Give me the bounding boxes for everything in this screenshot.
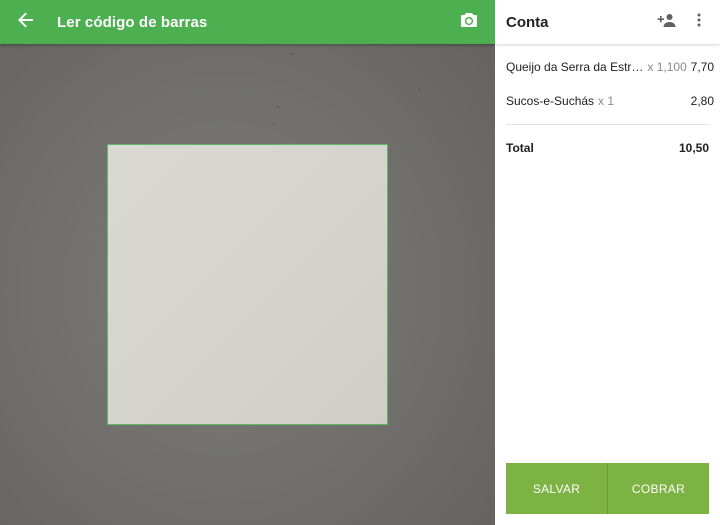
barcode-scanner-view: Ler código de barras bbox=[0, 0, 495, 525]
back-button[interactable] bbox=[0, 0, 52, 44]
item-quantity: x 1,100 bbox=[647, 60, 687, 74]
arrow-back-icon bbox=[18, 12, 34, 33]
bill-title: Conta bbox=[506, 13, 549, 31]
bill-panel: Conta Queijo da Serra da Estr… x 1,100 7… bbox=[495, 0, 720, 525]
bill-item[interactable]: Queijo da Serra da Estr… x 1,100 7,70 bbox=[506, 57, 714, 77]
more-vert-icon bbox=[697, 13, 701, 32]
total-divider bbox=[506, 124, 709, 125]
scan-target-frame bbox=[107, 144, 388, 425]
bill-actions: SALVAR COBRAR bbox=[506, 463, 709, 514]
more-options-button[interactable] bbox=[691, 10, 707, 34]
switch-camera-button[interactable] bbox=[457, 10, 481, 34]
save-button[interactable]: SALVAR bbox=[506, 463, 608, 514]
camera-noise bbox=[418, 89, 420, 91]
total-label: Total bbox=[506, 141, 534, 155]
camera-noise bbox=[291, 53, 293, 55]
total-value: 10,50 bbox=[678, 141, 709, 155]
page-title: Ler código de barras bbox=[57, 13, 208, 31]
item-name: Queijo da Serra da Estr… bbox=[506, 60, 644, 74]
item-price: 2,80 bbox=[690, 94, 714, 108]
scanner-toolbar: Ler código de barras bbox=[0, 0, 495, 44]
item-price: 7,70 bbox=[690, 60, 714, 74]
item-quantity: x 1 bbox=[598, 94, 615, 108]
add-person-icon bbox=[657, 13, 677, 32]
bill-toolbar: Conta bbox=[495, 0, 720, 44]
camera-noise bbox=[277, 106, 279, 108]
add-customer-button[interactable] bbox=[655, 10, 679, 34]
bill-item[interactable]: Sucos-e-Suchás x 1 2,80 bbox=[506, 91, 714, 111]
item-name: Sucos-e-Suchás bbox=[506, 94, 595, 108]
total-row: Total 10,50 bbox=[506, 138, 709, 158]
charge-button[interactable]: COBRAR bbox=[608, 463, 709, 514]
camera-noise bbox=[273, 123, 275, 125]
switch-camera-icon bbox=[460, 12, 478, 33]
